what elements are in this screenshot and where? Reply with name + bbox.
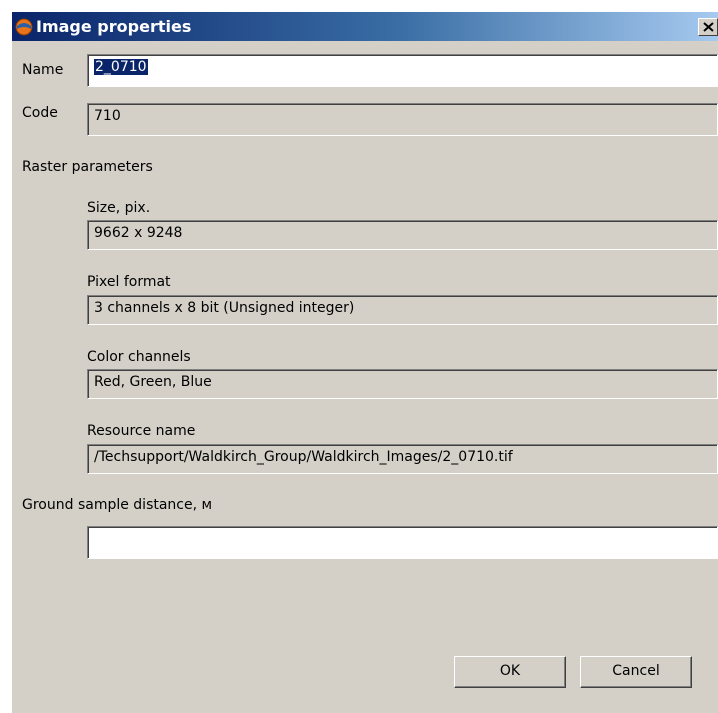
ok-button[interactable]: OK	[454, 656, 566, 688]
window-title: Image properties	[36, 17, 192, 36]
image-properties-dialog: Image properties Name 2_0710 Code 710 Ra…	[12, 12, 718, 713]
code-label: Code	[22, 105, 58, 121]
name-label: Name	[22, 62, 64, 78]
pixel-format-field[interactable]: 3 channels x 8 bit (Unsigned integer)	[87, 295, 718, 325]
size-field[interactable]: 9662 x 9248	[87, 220, 718, 250]
gsd-input[interactable]	[87, 526, 718, 559]
pixel-format-value: 3 channels x 8 bit (Unsigned integer)	[94, 300, 355, 316]
close-icon	[703, 22, 714, 32]
color-channels-value: Red, Green, Blue	[94, 374, 212, 390]
color-channels-label: Color channels	[87, 349, 191, 365]
name-value: 2_0710	[94, 59, 148, 75]
gsd-label: Ground sample distance, м	[22, 497, 213, 513]
code-field[interactable]: 710	[87, 103, 718, 136]
resource-name-label: Resource name	[87, 423, 196, 439]
close-button[interactable]	[698, 18, 718, 36]
code-value: 710	[94, 108, 121, 124]
app-icon	[14, 17, 34, 37]
color-channels-field[interactable]: Red, Green, Blue	[87, 369, 718, 399]
resource-name-field[interactable]: /Techsupport/Waldkirch_Group/Waldkirch_I…	[87, 444, 718, 474]
raster-parameters-heading: Raster parameters	[22, 159, 153, 175]
size-value: 9662 x 9248	[94, 225, 183, 241]
resource-name-value: /Techsupport/Waldkirch_Group/Waldkirch_I…	[94, 449, 513, 465]
cancel-button[interactable]: Cancel	[580, 656, 692, 688]
title-bar[interactable]: Image properties	[12, 12, 718, 41]
pixel-format-label: Pixel format	[87, 274, 171, 290]
name-field[interactable]: 2_0710	[87, 54, 718, 87]
size-label: Size, pix.	[87, 200, 151, 216]
